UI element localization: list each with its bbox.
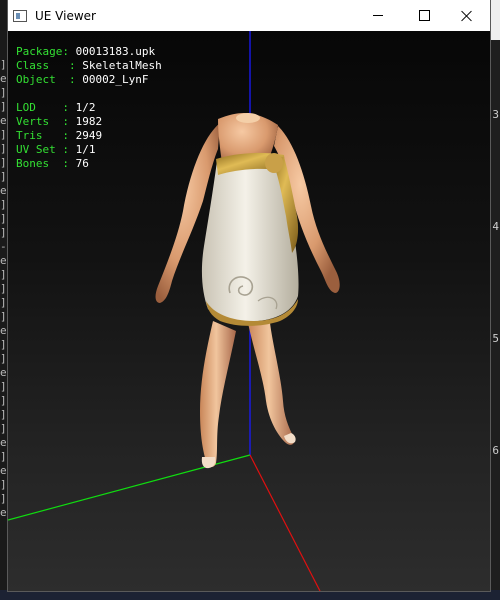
background-number: 4 (492, 220, 499, 233)
background-text-strip: ] e]] e ]]]] e ]]] - e ]]]] e ]] e]] ]] e] e ]] e (0, 58, 7, 519)
info-label: Class : (16, 59, 83, 72)
ue-viewer-window: UE Viewer Package: 00013183.upk Class: … (8, 0, 490, 591)
info-row-package: Package: 00013183.upk (16, 45, 162, 59)
info-row-tris: Tris : 2949 (16, 129, 162, 143)
maximize-button[interactable] (401, 0, 447, 31)
window-title: UE Viewer (35, 8, 96, 23)
info-row-object: Object : 00002_LynF (16, 73, 162, 87)
mesh-info-overlay: Package: 00013183.upk Class : SkeletalMe… (16, 45, 162, 171)
info-value: 00013183.upk (75, 45, 156, 58)
background-taskbar (0, 590, 500, 600)
info-value: 76 (75, 157, 89, 170)
info-label: UV Set : (16, 143, 76, 156)
info-value: 1982 (75, 115, 103, 128)
info-value: 00002_LynF (82, 73, 149, 86)
info-label: Tris : (16, 129, 76, 142)
close-icon (461, 10, 473, 22)
minimize-icon (373, 15, 383, 16)
app-window-icon (13, 9, 27, 22)
background-number: 3 (492, 108, 499, 121)
info-row-uvset: UV Set : 1/1 (16, 143, 162, 157)
info-row-bones: Bones : 76 (16, 157, 162, 171)
info-row-class: Class : SkeletalMesh (16, 59, 162, 73)
maximize-icon (418, 10, 430, 21)
close-button[interactable] (444, 0, 490, 31)
info-label: Object : (16, 73, 83, 86)
info-value: 2949 (75, 129, 103, 142)
info-value: 1/2 (75, 101, 96, 114)
info-value: SkeletalMesh (82, 59, 162, 72)
background-number: 6 (492, 444, 499, 457)
title-bar[interactable]: UE Viewer (8, 0, 490, 31)
minimize-button[interactable] (355, 0, 401, 31)
background-window-right-panel: 3 4 5 6 (490, 40, 500, 600)
info-label: Package: (16, 45, 76, 58)
info-row-verts: Verts : 1982 (16, 115, 162, 129)
x-axis (249, 454, 321, 591)
background-number: 5 (492, 332, 499, 345)
info-label: Verts : (16, 115, 76, 128)
character-mesh (155, 113, 340, 469)
info-value: 1/1 (75, 143, 96, 156)
3d-viewport[interactable]: Package: 00013183.upk Class : SkeletalMe… (8, 31, 490, 591)
info-label: Bones : (16, 157, 76, 170)
background-window-left: ] e]] e ]]]] e ]]] - e ]]]] e ]] e]] ]] e] e ]] e (0, 0, 8, 600)
info-row-lod: LOD : 1/2 (16, 101, 162, 115)
info-label: LOD : (16, 101, 76, 114)
